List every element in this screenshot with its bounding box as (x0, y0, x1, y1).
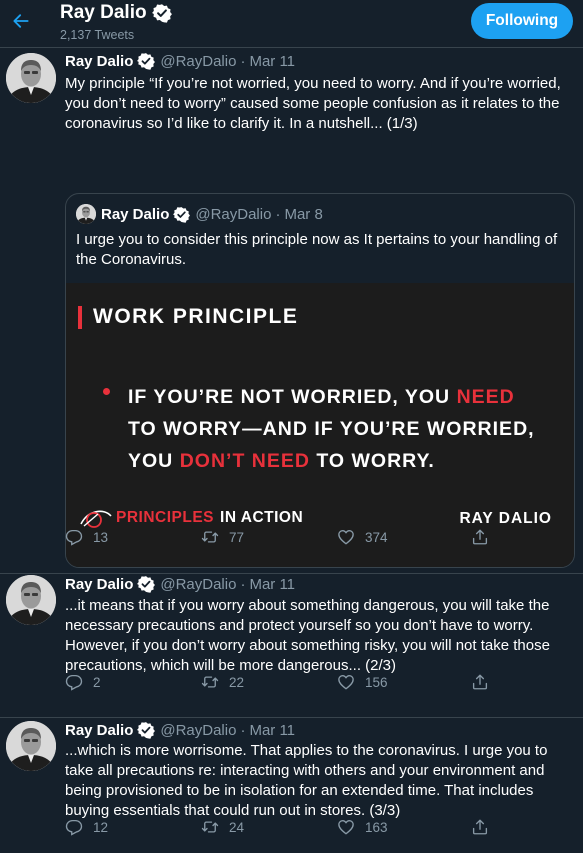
verified-badge-icon (173, 206, 190, 223)
reply-count: 13 (93, 529, 109, 545)
like-icon (337, 673, 355, 691)
retweet-icon (201, 673, 219, 691)
title-accent-bar (78, 305, 82, 329)
card-title: WORK PRINCIPLE (78, 305, 298, 329)
profile-header: Ray Dalio 2,137 Tweets Following (0, 0, 583, 48)
like-button[interactable]: 156 (337, 673, 388, 691)
following-button[interactable]: Following (471, 3, 573, 39)
retweet-icon (201, 528, 219, 546)
principle-highlight-need: NEED (456, 386, 515, 408)
share-icon (471, 818, 489, 836)
principles-swirl-icon (80, 510, 112, 528)
verified-badge-icon (152, 3, 172, 23)
reply-button[interactable]: 13 (65, 528, 108, 546)
like-icon (337, 528, 355, 546)
share-icon (471, 528, 489, 546)
share-button[interactable] (471, 528, 499, 546)
principle-quote: IF YOU’RE NOT WORRIED, YOU NEED TO WORRY… (128, 381, 568, 477)
quoted-tweet[interactable]: Ray Dalio @RayDalio · Mar 8 I urge you t… (65, 193, 575, 568)
retweet-count: 24 (229, 819, 245, 835)
like-count: 156 (365, 674, 388, 690)
share-button[interactable] (471, 673, 499, 691)
retweet-button[interactable]: 24 (201, 818, 244, 836)
tweet-header: Ray Dalio @RayDalio · Mar 11 (65, 52, 295, 70)
author-handle: @RayDalio (195, 205, 272, 223)
tweet-date[interactable]: Mar 11 (249, 722, 295, 739)
tweet-text: ...it means that if you worry about some… (65, 597, 550, 674)
card-signature: RAY DALIO (459, 510, 552, 527)
like-button[interactable]: 163 (337, 818, 388, 836)
tweet-text: My principle “If you’re not worried, you… (65, 75, 561, 132)
author-handle: @RayDalio (160, 52, 237, 70)
author-name[interactable]: Ray Dalio (65, 53, 133, 70)
profile-name-text: Ray Dalio (60, 2, 147, 23)
share-button[interactable] (471, 818, 499, 836)
author-name[interactable]: Ray Dalio (65, 722, 133, 739)
tweet-1[interactable]: Ray Dalio @RayDalio · Mar 11 My principl… (0, 48, 583, 574)
like-count: 374 (365, 529, 388, 545)
quoted-tweet-text: I urge you to consider this principle no… (76, 231, 558, 268)
verified-badge-icon (137, 52, 155, 70)
quoted-tweet-header: Ray Dalio @RayDalio · Mar 8 (76, 204, 323, 224)
verified-badge-icon (137, 721, 155, 739)
principle-line-1: IF YOU’RE NOT WORRIED, YOU (128, 386, 457, 408)
like-button[interactable]: 374 (337, 528, 388, 546)
principle-highlight-dont-need: DON’T NEED (179, 450, 310, 472)
retweet-button[interactable]: 77 (201, 528, 244, 546)
author-name[interactable]: Ray Dalio (65, 576, 133, 593)
principle-line-3a: YOU (128, 450, 180, 472)
principles-in-action-logo: PRINCIPLES IN ACTION (78, 506, 303, 530)
author-handle: @RayDalio (160, 721, 237, 739)
tweet-header: Ray Dalio @RayDalio · Mar 11 (65, 721, 295, 739)
brand-principles: PRINCIPLES (116, 509, 215, 526)
reply-icon (65, 818, 83, 836)
brand-in-action: IN ACTION (220, 509, 304, 526)
separator-dot: · (275, 205, 281, 223)
tweet-text: ...which is more worrisome. That applies… (65, 742, 548, 819)
author-name: Ray Dalio (101, 205, 170, 223)
principle-line-2: TO WORRY—AND IF YOU’RE WORRIED, (128, 418, 535, 440)
author-handle: @RayDalio (160, 575, 237, 593)
retweet-icon (201, 818, 219, 836)
reply-button[interactable]: 2 (65, 673, 101, 691)
tweet-date[interactable]: Mar 11 (249, 53, 295, 70)
separator-dot: · (240, 575, 246, 593)
tweet-3[interactable]: Ray Dalio @RayDalio · Mar 11 ...which is… (0, 719, 583, 853)
avatar[interactable] (6, 53, 56, 103)
card-title-text: WORK PRINCIPLE (93, 305, 299, 328)
bullet-dot (103, 388, 110, 395)
like-count: 163 (365, 819, 388, 835)
avatar (76, 204, 96, 224)
tweet-date: Mar 8 (284, 205, 323, 223)
share-icon (471, 673, 489, 691)
tweet-2[interactable]: Ray Dalio @RayDalio · Mar 11 ...it means… (0, 575, 583, 718)
avatar[interactable] (6, 575, 56, 625)
verified-badge-icon (137, 575, 155, 593)
back-arrow-icon[interactable] (10, 8, 32, 34)
like-icon (337, 818, 355, 836)
reply-icon (65, 528, 83, 546)
tweet-count: 2,137 Tweets (60, 28, 135, 42)
tweet-date[interactable]: Mar 11 (249, 576, 295, 593)
reply-icon (65, 673, 83, 691)
separator-dot: · (240, 52, 246, 70)
reply-count: 2 (93, 674, 101, 690)
reply-button[interactable]: 12 (65, 818, 108, 836)
principle-line-3c: TO WORRY. (309, 450, 435, 472)
reply-count: 12 (93, 819, 109, 835)
profile-name: Ray Dalio (60, 2, 172, 24)
retweet-count: 22 (229, 674, 245, 690)
work-principle-image[interactable]: WORK PRINCIPLE IF YOU’RE NOT WORRIED, YO… (66, 283, 574, 567)
retweet-count: 77 (229, 529, 245, 545)
separator-dot: · (240, 721, 246, 739)
retweet-button[interactable]: 22 (201, 673, 244, 691)
avatar[interactable] (6, 721, 56, 771)
tweet-header: Ray Dalio @RayDalio · Mar 11 (65, 575, 295, 593)
